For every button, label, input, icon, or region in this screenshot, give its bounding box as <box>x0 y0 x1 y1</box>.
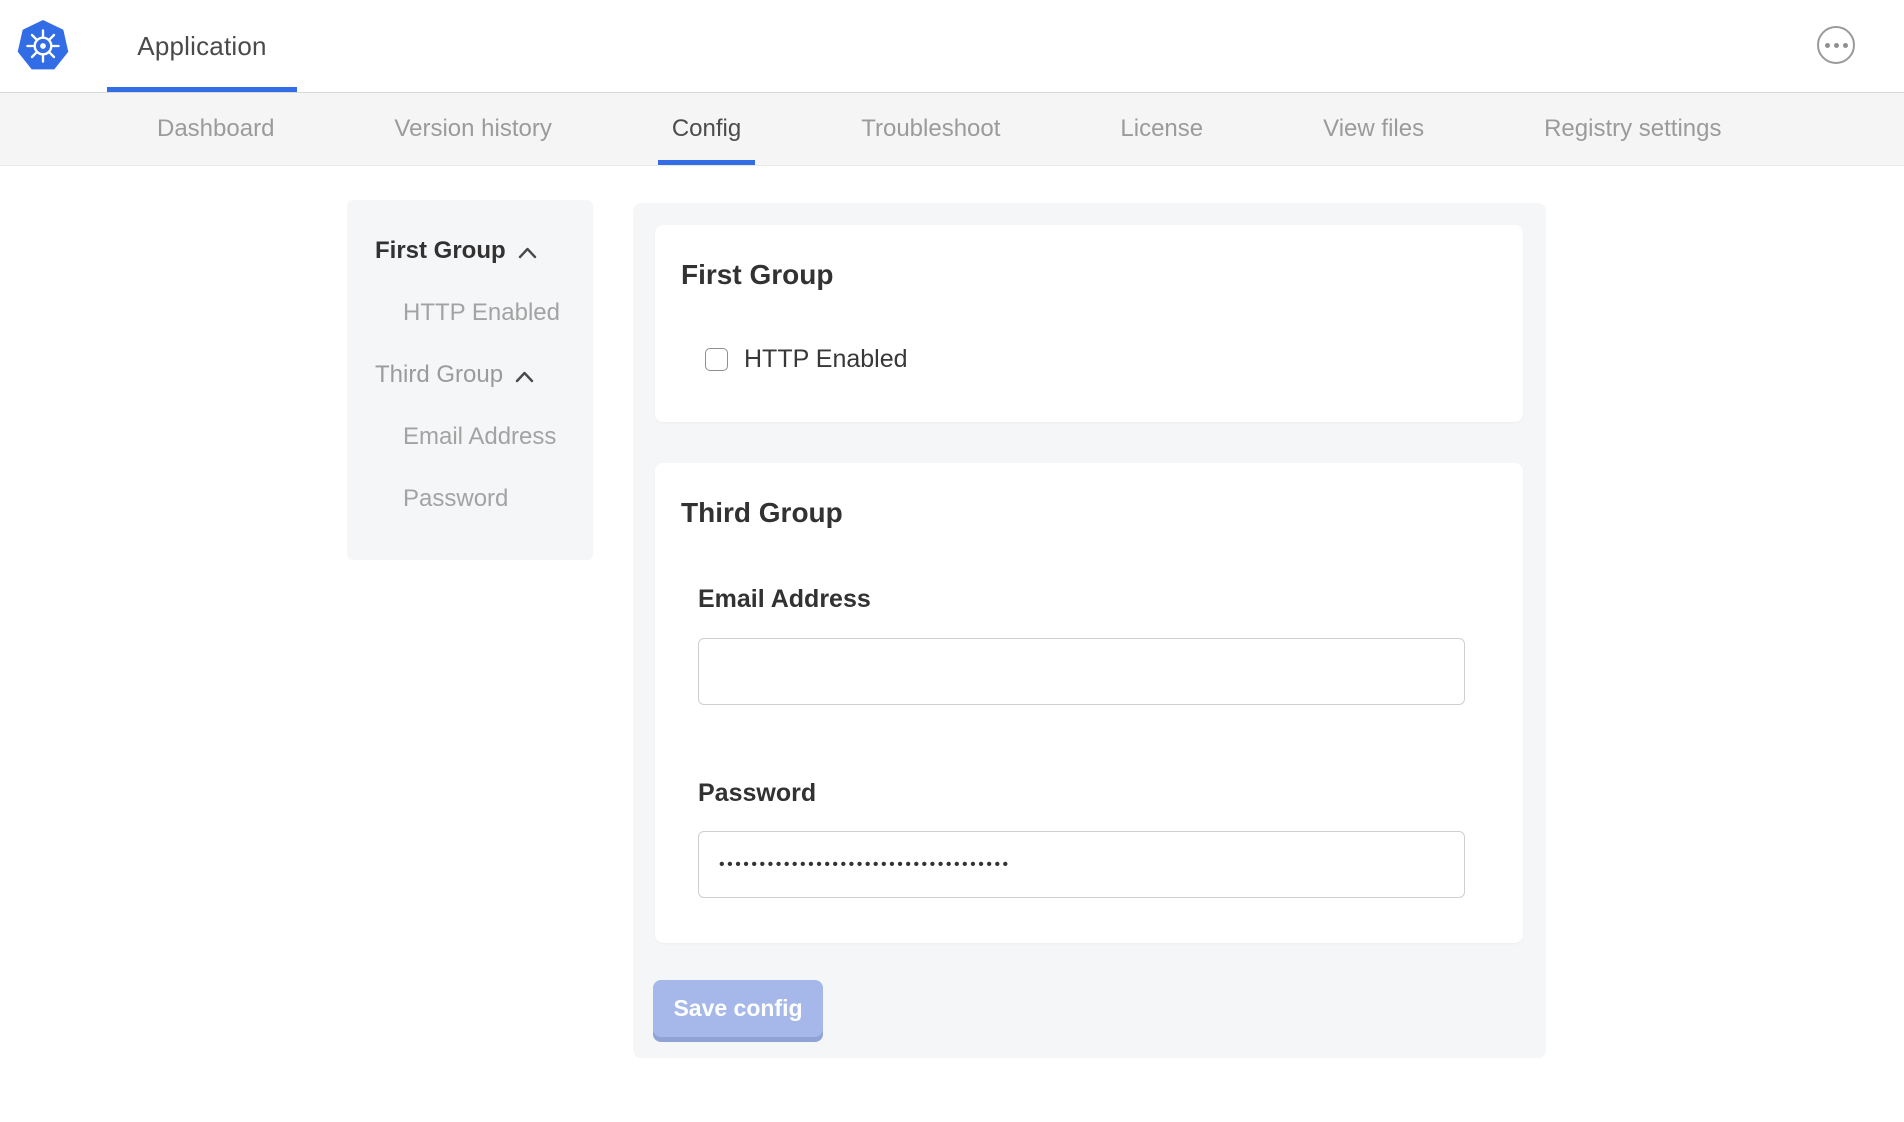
config-content-panel: First Group HTTP Enabled Third Group Ema… <box>633 203 1546 1058</box>
tab-application[interactable]: Application <box>107 0 297 92</box>
save-config-button[interactable]: Save config <box>653 980 823 1037</box>
http-enabled-label[interactable]: HTTP Enabled <box>744 345 908 374</box>
sidebar-group-label: First Group <box>375 237 506 265</box>
group-title: Third Group <box>681 497 843 529</box>
nav-tab-dashboard[interactable]: Dashboard <box>143 93 288 165</box>
sidebar-item-http-enabled[interactable]: HTTP Enabled <box>375 298 593 328</box>
http-enabled-checkbox[interactable] <box>705 348 728 371</box>
overflow-menu-button[interactable] <box>1817 26 1855 64</box>
ellipsis-icon <box>1825 43 1830 48</box>
nav-tab-view-files[interactable]: View files <box>1309 93 1438 165</box>
password-input[interactable] <box>698 831 1465 898</box>
email-address-input[interactable] <box>698 638 1465 705</box>
group-title: First Group <box>681 259 833 291</box>
chevron-up-icon <box>518 247 537 259</box>
kubernetes-logo-icon <box>17 19 69 73</box>
app-header: Application <box>0 0 1904 92</box>
http-enabled-field: HTTP Enabled <box>705 345 908 374</box>
chevron-up-icon <box>515 371 534 383</box>
sidebar-group-label: Third Group <box>375 361 503 389</box>
sidebar-item-email-address[interactable]: Email Address <box>375 422 593 452</box>
config-group-card-first-group: First Group HTTP Enabled <box>655 225 1523 422</box>
secondary-nav: Dashboard Version history Config Trouble… <box>0 92 1904 166</box>
nav-tab-troubleshoot[interactable]: Troubleshoot <box>847 93 1014 165</box>
sidebar-item-password[interactable]: Password <box>375 484 593 514</box>
sidebar-item-label: HTTP Enabled <box>403 299 560 327</box>
sidebar-item-label: Password <box>403 485 508 513</box>
password-label: Password <box>698 779 816 808</box>
sidebar-group-first-group[interactable]: First Group <box>375 236 593 266</box>
config-group-card-third-group: Third Group Email Address Password <box>655 463 1523 943</box>
kots-admin-config-page: Application Dashboard Version history Co… <box>0 0 1904 1122</box>
email-address-label: Email Address <box>698 585 871 614</box>
nav-tab-version-history[interactable]: Version history <box>380 93 565 165</box>
nav-tab-license[interactable]: License <box>1106 93 1217 165</box>
config-sidebar: First Group HTTP Enabled Third Group Ema… <box>347 200 593 560</box>
nav-tab-config[interactable]: Config <box>658 93 755 165</box>
app-tab-label: Application <box>137 31 266 62</box>
sidebar-group-third-group[interactable]: Third Group <box>375 360 593 390</box>
sidebar-item-label: Email Address <box>403 423 556 451</box>
nav-tab-registry-settings[interactable]: Registry settings <box>1530 93 1735 165</box>
